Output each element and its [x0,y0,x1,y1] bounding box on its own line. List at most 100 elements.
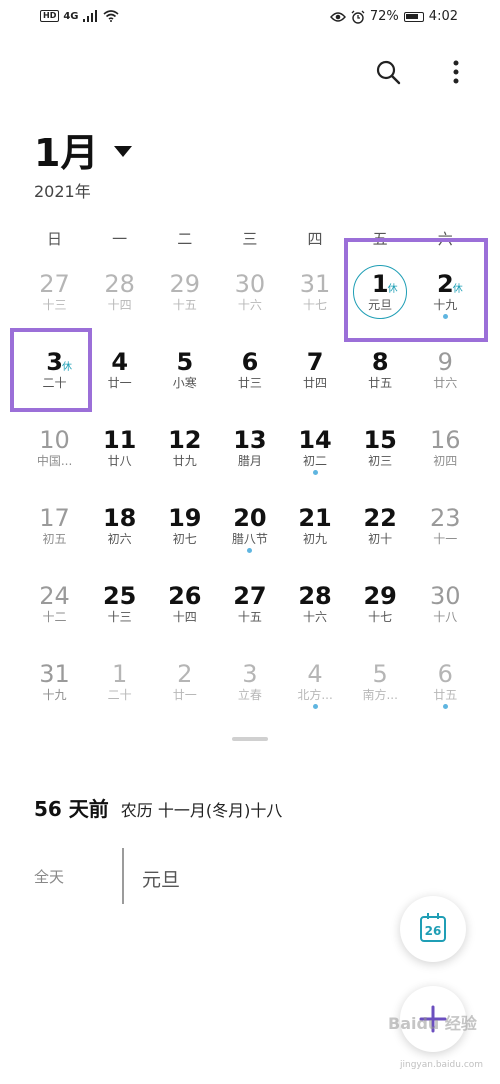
lunar-label: 廿六 [433,376,458,390]
calendar-day[interactable]: 8 廿五 [348,340,413,418]
day-number: 16 [430,426,461,454]
lunar-label: 十六 [303,610,328,624]
calendar-day[interactable]: 10 中国... [22,418,87,496]
watermark: Baidu 经验 [388,1014,477,1033]
day-number: 4 [307,660,323,688]
calendar-day[interactable]: 6 廿三 [217,340,282,418]
lunar-label: 十六 [237,298,262,312]
month-selector[interactable]: 1月 [34,122,133,177]
calendar-day[interactable]: 18 初六 [87,496,152,574]
calendar-day[interactable]: 15 初三 [348,418,413,496]
days-ago: 56 天前 [34,797,109,821]
calendar-day[interactable]: 5 小寒 [152,340,217,418]
day-number: 24 [39,582,70,610]
lunar-label: 廿五 [433,688,458,702]
lunar-label: 廿一 [172,688,197,702]
calendar-day[interactable]: 23 十一 [413,496,478,574]
day-number: 31 [299,270,331,298]
calendar-day[interactable]: 5 南方... [348,652,413,730]
calendar-day[interactable]: 28 十六 [283,574,348,652]
day-number: 5 [372,660,388,688]
calendar-day[interactable]: 6 廿五 [413,652,478,730]
calendar-day[interactable]: 13 腊月 [217,418,282,496]
calendar-day[interactable]: 12 廿九 [152,418,217,496]
lunar-label: 初十 [368,532,393,546]
calendar-day[interactable]: 2 廿一 [152,652,217,730]
calendar-day[interactable]: 28 十四 [87,262,152,340]
calendar-day[interactable]: 30 十六 [217,262,282,340]
day-number: 7 [306,348,324,376]
calendar-day[interactable]: 4 北方... [283,652,348,730]
search-icon [376,60,401,85]
lunar-label: 初二 [303,454,328,468]
hd-badge: HD [40,10,60,22]
day-number: 14 [298,426,332,454]
battery-percent: 72% [369,9,399,24]
lunar-label: 南方... [362,688,398,702]
caret-down-icon [114,146,133,157]
event-item[interactable]: 全天 元旦 [34,848,474,904]
clock: 4:02 [428,9,458,24]
day-number: 21 [298,504,332,532]
calendar-day[interactable]: 27 十五 [217,574,282,652]
toolbar [374,58,470,86]
calendar-day[interactable]: 11 廿八 [87,418,152,496]
calendar-week: 10 中国... 11 廿八 12 廿九 13 腊月 14 初二 15 初三 16 初四 [22,418,478,496]
calendar-day[interactable]: 19 初七 [152,496,217,574]
calendar-day[interactable]: 30 十八 [413,574,478,652]
calendar-day[interactable]: 25 十三 [87,574,152,652]
day-number: 6 [241,348,259,376]
lunar-label: 腊八节 [231,532,268,546]
calendar-day[interactable]: 9 廿六 [413,340,478,418]
lunar-label: 廿一 [107,376,132,390]
calendar-day[interactable]: 31 十九 [22,652,87,730]
weekday-mon: 一 [112,230,128,248]
day-number: 22 [363,504,397,532]
calendar-day[interactable]: 20 腊八节 [217,496,282,574]
all-day-label: 全天 [34,868,65,886]
wifi-icon [102,10,119,22]
calendar-day[interactable]: 4 廿一 [87,340,152,418]
day-number: 23 [430,504,461,532]
event-divider [122,848,124,904]
today-day-number: 26 [424,923,442,938]
event-dot [312,470,318,475]
lunar-label: 十三 [42,298,67,312]
calendar-day[interactable]: 22 初十 [348,496,413,574]
lunar-label: 初九 [303,532,328,546]
search-button[interactable] [374,58,402,86]
drag-handle[interactable] [232,737,268,741]
lunar-label: 中国... [36,454,73,468]
calendar-day[interactable]: 7 廿四 [283,340,348,418]
calendar-day[interactable]: 29 十五 [152,262,217,340]
event-dot [247,548,253,553]
year-label: 2021年 [34,182,91,201]
calendar-day[interactable]: 14 初二 [283,418,348,496]
day-number: 5 [176,348,194,376]
lunar-label: 十四 [172,610,197,624]
event-title: 元旦 [142,869,181,891]
status-bar: HD 4G 72% 4:02 [0,0,500,36]
go-to-today-button[interactable]: 26 [400,896,466,962]
calendar-day[interactable]: 21 初九 [283,496,348,574]
month-title: 1月 [34,131,99,175]
more-options-button[interactable] [442,58,470,86]
calendar-day[interactable]: 3 立春 [217,652,282,730]
calendar-day[interactable]: 26 十四 [152,574,217,652]
calendar-day[interactable]: 24 十二 [22,574,87,652]
calendar-day[interactable]: 17 初五 [22,496,87,574]
calendar-today-icon: 26 [420,913,446,942]
lunar-label: 十九 [42,688,67,702]
calendar-day[interactable]: 29 十七 [348,574,413,652]
day-number: 18 [102,504,137,532]
calendar-day[interactable]: 31 十七 [283,262,348,340]
calendar-day[interactable]: 1 二十 [87,652,152,730]
day-number: 3 [242,660,258,688]
day-number: 6 [437,660,453,688]
day-number: 12 [168,426,202,454]
weekday-sun: 日 [47,230,63,248]
day-number: 4 [111,348,129,376]
day-number: 28 [298,582,332,610]
lunar-label: 二十 [107,688,132,702]
calendar-day[interactable]: 16 初四 [413,418,478,496]
